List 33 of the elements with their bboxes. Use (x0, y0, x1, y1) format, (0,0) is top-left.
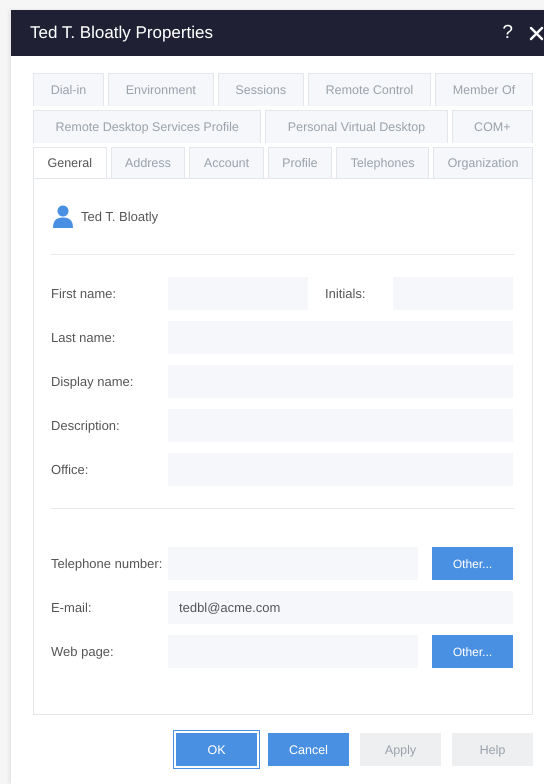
dialog-button[interactable]: OK (173, 730, 260, 769)
tab[interactable]: Remote Control (308, 73, 431, 106)
tab[interactable]: Dial-in (33, 73, 104, 106)
dialog-button[interactable]: Cancel (268, 733, 349, 766)
close-icon[interactable] (529, 26, 544, 40)
help-button[interactable]: ? (502, 22, 513, 44)
field-label: Office: (51, 462, 90, 477)
tab[interactable]: Personal Virtual Desktop (265, 110, 448, 143)
tab[interactable]: Member Of (434, 73, 533, 106)
field-label: Display name: (51, 374, 134, 389)
tab[interactable]: COM+ (452, 110, 533, 143)
other-button[interactable]: Other... (432, 547, 513, 580)
tab[interactable]: Profile (268, 147, 332, 178)
other-button[interactable]: Other... (432, 635, 513, 668)
tab[interactable]: General (33, 147, 107, 178)
window-title: Ted T. Bloatly Properties (30, 23, 214, 43)
tab[interactable]: Account (189, 147, 264, 178)
field-label: Description: (51, 418, 121, 433)
field-label: First name: (51, 286, 118, 301)
field-label: Initials: (324, 286, 366, 301)
tab[interactable]: Remote Desktop Services Profile (33, 110, 262, 143)
field-label: E-mail: (51, 600, 92, 615)
field-label: Telephone number: (51, 556, 164, 571)
tab[interactable]: Environment (108, 73, 214, 106)
tab[interactable]: Address (110, 147, 186, 178)
user-name: Ted T. Bloatly (81, 209, 158, 224)
tab[interactable]: Sessions (218, 73, 304, 106)
tab[interactable]: Telephones (336, 147, 430, 178)
user-icon (53, 205, 73, 228)
field-label: Last name: (51, 330, 116, 345)
field-label: Web page: (51, 644, 115, 659)
tab[interactable]: Organization (433, 147, 533, 178)
input-field[interactable]: tedbl@acme.com (168, 591, 513, 624)
